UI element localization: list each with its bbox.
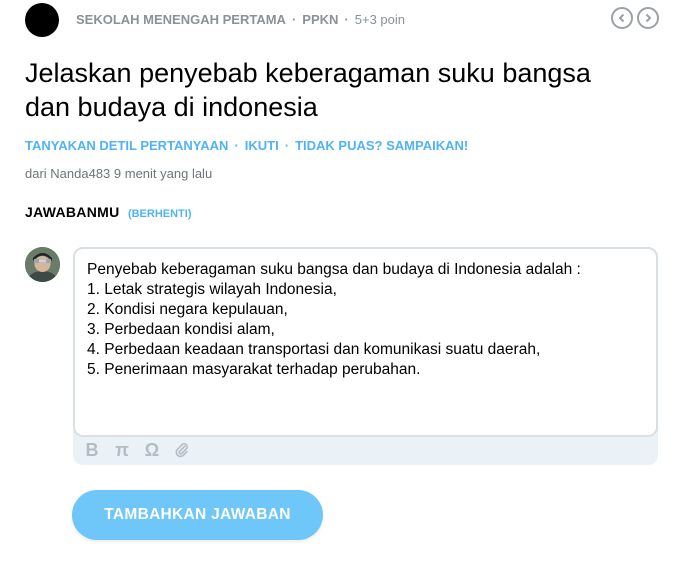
question-title: Jelaskan penyebab keberagaman suku bangs… xyxy=(25,56,665,124)
action-separator: · xyxy=(234,138,239,153)
answer-editor-container: Penyebab keberagaman suku bangsa dan bud… xyxy=(73,247,658,465)
question-header: SEKOLAH MENENGAH PERTAMA · PPKN · 5+3 poin xyxy=(25,3,665,37)
add-answer-button[interactable]: TAMBAHKAN JAWABAN xyxy=(72,490,323,540)
question-title-line1: Jelaskan penyebab keberagaman suku bangs… xyxy=(25,58,591,88)
answer-line: Penyebab keberagaman suku bangsa dan bud… xyxy=(87,261,581,278)
stop-answer-link[interactable]: (BERHENTI) xyxy=(128,208,192,220)
answer-line: 1. Letak strategis wilayah Indonesia, xyxy=(87,281,337,298)
symbol-icon[interactable]: Ω xyxy=(143,441,161,459)
meta-separator: · xyxy=(344,12,349,27)
question-actions: TANYAKAN DETIL PERTANYAAN · IKUTI · TIDAK PU… xyxy=(25,138,468,153)
meta-separator: · xyxy=(291,12,297,27)
ask-details-link[interactable]: TANYAKAN DETIL PERTANYAAN xyxy=(25,138,228,153)
asker-avatar[interactable] xyxy=(25,3,59,37)
follow-link[interactable]: IKUTI xyxy=(245,138,279,153)
complain-link[interactable]: TIDAK PUAS? SAMPAIKAN! xyxy=(295,138,468,153)
chevron-left-icon xyxy=(618,13,625,23)
math-icon[interactable]: π xyxy=(113,441,131,459)
points: 5+3 poin xyxy=(354,12,405,27)
paperclip-icon[interactable] xyxy=(173,441,191,459)
question-meta: SEKOLAH MENENGAH PERTAMA · PPKN · 5+3 poin xyxy=(76,12,405,27)
next-question-button[interactable] xyxy=(637,7,659,29)
editor-toolbar: B π Ω xyxy=(83,441,191,459)
bold-icon[interactable]: B xyxy=(83,441,101,459)
paperclip-glyph xyxy=(175,443,188,458)
user-avatar[interactable] xyxy=(25,247,60,282)
answer-textarea[interactable]: Penyebab keberagaman suku bangsa dan bud… xyxy=(73,247,658,437)
answer-line: 3. Perbedaan kondisi alam, xyxy=(87,321,275,338)
answer-heading-label: JAWABANMU xyxy=(25,204,120,220)
user-avatar-image xyxy=(25,247,60,282)
action-separator: · xyxy=(284,138,290,153)
question-nav xyxy=(611,7,659,29)
school-level[interactable]: SEKOLAH MENENGAH PERTAMA xyxy=(76,12,286,27)
question-title-line2: dan budaya di indonesia xyxy=(25,92,318,122)
answer-line: 2. Kondisi negara kepulauan, xyxy=(87,301,288,318)
answer-line: 4. Perbedaan keadaan transportasi dan ko… xyxy=(87,341,541,358)
chevron-right-icon xyxy=(645,13,652,23)
answer-line: 5. Penerimaan masyarakat terhadap peruba… xyxy=(87,361,421,378)
asker-info: dari Nanda483 9 menit yang lalu xyxy=(25,166,213,181)
answer-heading: JAWABANMU (BERHENTI) xyxy=(25,204,192,222)
subject[interactable]: PPKN xyxy=(302,12,338,27)
prev-question-button[interactable] xyxy=(611,7,633,29)
